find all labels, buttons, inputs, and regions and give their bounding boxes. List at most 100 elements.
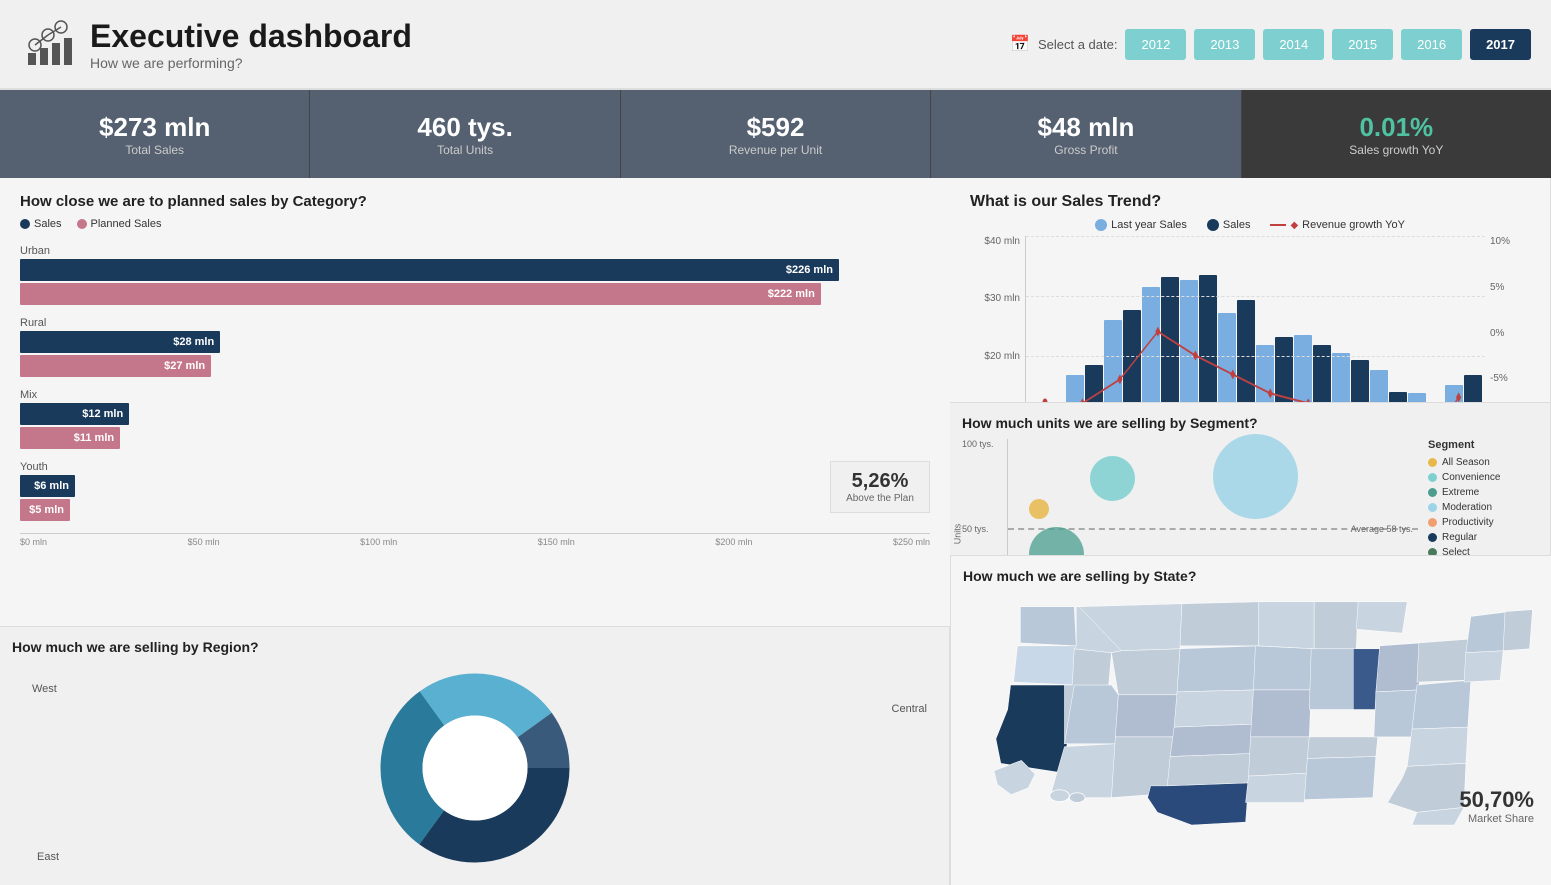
bars-area <box>1025 236 1485 403</box>
kpi-sales-growth-value: 0.01% <box>1359 112 1433 143</box>
logo-area <box>20 15 75 73</box>
rural-sales-bar: $28 mln <box>20 331 220 353</box>
header: Executive dashboard How we are performin… <box>0 0 1551 90</box>
seg-extreme: Extreme <box>1428 487 1538 498</box>
category-youth: Youth $6 mln $5 mln 5,26% Abo <box>20 461 930 521</box>
planned-sales-panel: How close we are to planned sales by Cat… <box>0 178 950 627</box>
title-block: Executive dashboard How we are performin… <box>90 18 995 71</box>
mix-planned-bar: $11 mln <box>20 427 120 449</box>
legend-revenue: ◆ Revenue growth YoY <box>1270 219 1404 231</box>
bar-jul <box>1256 337 1293 403</box>
page-subtitle: How we are performing? <box>90 55 995 71</box>
youth-sales-bar: $6 mln <box>20 475 75 497</box>
date-selector-label: Select a date: <box>1038 37 1118 52</box>
kpi-gross-profit-label: Gross Profit <box>1054 143 1117 157</box>
legend-sales-dot <box>1207 219 1219 231</box>
bubble-moderation <box>1213 434 1298 519</box>
planned-sales-title: How close we are to planned sales by Cat… <box>20 193 930 210</box>
donut-svg <box>370 663 580 873</box>
bar-sep <box>1332 353 1369 403</box>
region-label-west: West <box>32 683 57 695</box>
kpi-revenue: $592 Revenue per Unit <box>621 90 931 178</box>
kpi-sales-growth: 0.01% Sales growth YoY <box>1242 90 1551 178</box>
category-mix: Mix $12 mln $11 mln <box>20 389 930 449</box>
region-label-east: East <box>37 851 59 863</box>
region-panel: How much we are selling by Region? <box>0 627 950 885</box>
bar-dec <box>1445 375 1482 403</box>
chart-legend: Last year Sales Sales ◆ Revenue growth Y… <box>970 219 1530 231</box>
kpi-total-sales: $273 mln Total Sales <box>0 90 310 178</box>
date-selector: 📅 Select a date: 2012 2013 2014 2015 201… <box>1010 29 1531 60</box>
chart-inner: $40 mln $30 mln $20 mln $10 mln $0 mln <box>970 236 1530 403</box>
planned-legend: Sales Planned Sales <box>20 218 930 230</box>
bar-nov <box>1408 393 1445 403</box>
kpi-total-sales-value: $273 mln <box>99 112 210 143</box>
bar-jun <box>1218 300 1255 403</box>
urban-planned-bar: $222 mln <box>20 283 821 305</box>
kpi-gross-profit: $48 mln Gross Profit <box>931 90 1241 178</box>
youth-planned-bar: $5 mln <box>20 499 70 521</box>
avg-label: Average 58 tys. <box>1351 524 1413 534</box>
year-2014[interactable]: 2014 <box>1263 29 1324 60</box>
legend-revenue-diamond: ◆ <box>1290 220 1298 231</box>
region-title: How much we are selling by Region? <box>12 639 937 655</box>
legend-last-year: Last year Sales <box>1095 219 1187 231</box>
sales-trend-title: What is our Sales Trend? <box>970 193 1530 211</box>
seg-convenience: Convenience <box>1428 472 1538 483</box>
state-panel: How much we are selling by State? <box>950 555 1551 885</box>
year-2015[interactable]: 2015 <box>1332 29 1393 60</box>
market-share-badge: 50,70% Market Share <box>1459 787 1534 825</box>
planned-legend-sales: Sales <box>20 218 62 230</box>
kpi-sales-growth-label: Sales growth YoY <box>1349 143 1443 157</box>
legend-sales-label: Sales <box>1223 219 1251 231</box>
kpi-revenue-value: $592 <box>747 112 805 143</box>
planned-legend-planned: Planned Sales <box>77 218 162 230</box>
y-axis-right: 10% 5% 0% -5% -10% -15% <box>1485 236 1530 403</box>
legend-revenue-line <box>1270 224 1286 226</box>
dashboard: Executive dashboard How we are performin… <box>0 0 1551 885</box>
kpi-total-units: 460 tys. Total Units <box>310 90 620 178</box>
badge-value: 5,26% <box>843 470 917 493</box>
badge-label: Above the Plan <box>843 493 917 504</box>
y-axis-left: $40 mln $30 mln $20 mln $10 mln $0 mln <box>970 236 1025 403</box>
above-plan-badge: 5,26% Above the Plan <box>830 461 930 513</box>
kpi-total-units-value: 460 tys. <box>417 112 512 143</box>
seg-allseason: All Season <box>1428 457 1538 468</box>
logo-icon <box>20 15 75 70</box>
donut-chart-container: West Central East <box>12 663 937 873</box>
kpi-gross-profit-value: $48 mln <box>1038 112 1135 143</box>
category-urban: Urban $226 mln $222 mln <box>20 245 930 305</box>
region-label-central: Central <box>892 703 927 715</box>
bar-feb <box>1066 365 1103 403</box>
kpi-revenue-label: Revenue per Unit <box>729 143 822 157</box>
state-title: How much we are selling by State? <box>963 568 1539 584</box>
category-rural: Rural $28 mln $27 mln <box>20 317 930 377</box>
legend-revenue-label: Revenue growth YoY <box>1302 219 1405 231</box>
rural-planned-bar: $27 mln <box>20 355 211 377</box>
kpi-row: $273 mln Total Sales 460 tys. Total Unit… <box>0 90 1551 178</box>
y-axis-units-label: Units <box>952 523 962 544</box>
mix-sales-bar: $12 mln <box>20 403 129 425</box>
market-share-label: Market Share <box>1459 813 1534 825</box>
urban-sales-bar: $226 mln <box>20 259 839 281</box>
bar-may <box>1180 275 1217 403</box>
legend-last-year-dot <box>1095 219 1107 231</box>
legend-last-year-label: Last year Sales <box>1111 219 1187 231</box>
kpi-total-units-label: Total Units <box>437 143 493 157</box>
year-2013[interactable]: 2013 <box>1194 29 1255 60</box>
us-map-svg <box>963 592 1538 827</box>
bubble-convenience <box>1090 456 1135 501</box>
legend-sales: Sales <box>1207 219 1251 231</box>
page-title: Executive dashboard <box>90 18 995 55</box>
calendar-icon: 📅 <box>1010 34 1030 54</box>
year-2016[interactable]: 2016 <box>1401 29 1462 60</box>
bar-groups <box>1026 236 1485 403</box>
year-2012[interactable]: 2012 <box>1125 29 1186 60</box>
bar-oct <box>1370 370 1407 403</box>
map-container: 50,70% Market Share <box>963 592 1539 830</box>
chart-wrapper: $40 mln $30 mln $20 mln $10 mln $0 mln <box>970 236 1530 403</box>
year-2017[interactable]: 2017 <box>1470 29 1531 60</box>
market-share-value: 50,70% <box>1459 787 1534 813</box>
seg-moderation: Moderation <box>1428 502 1538 513</box>
bar-aug <box>1294 335 1331 403</box>
